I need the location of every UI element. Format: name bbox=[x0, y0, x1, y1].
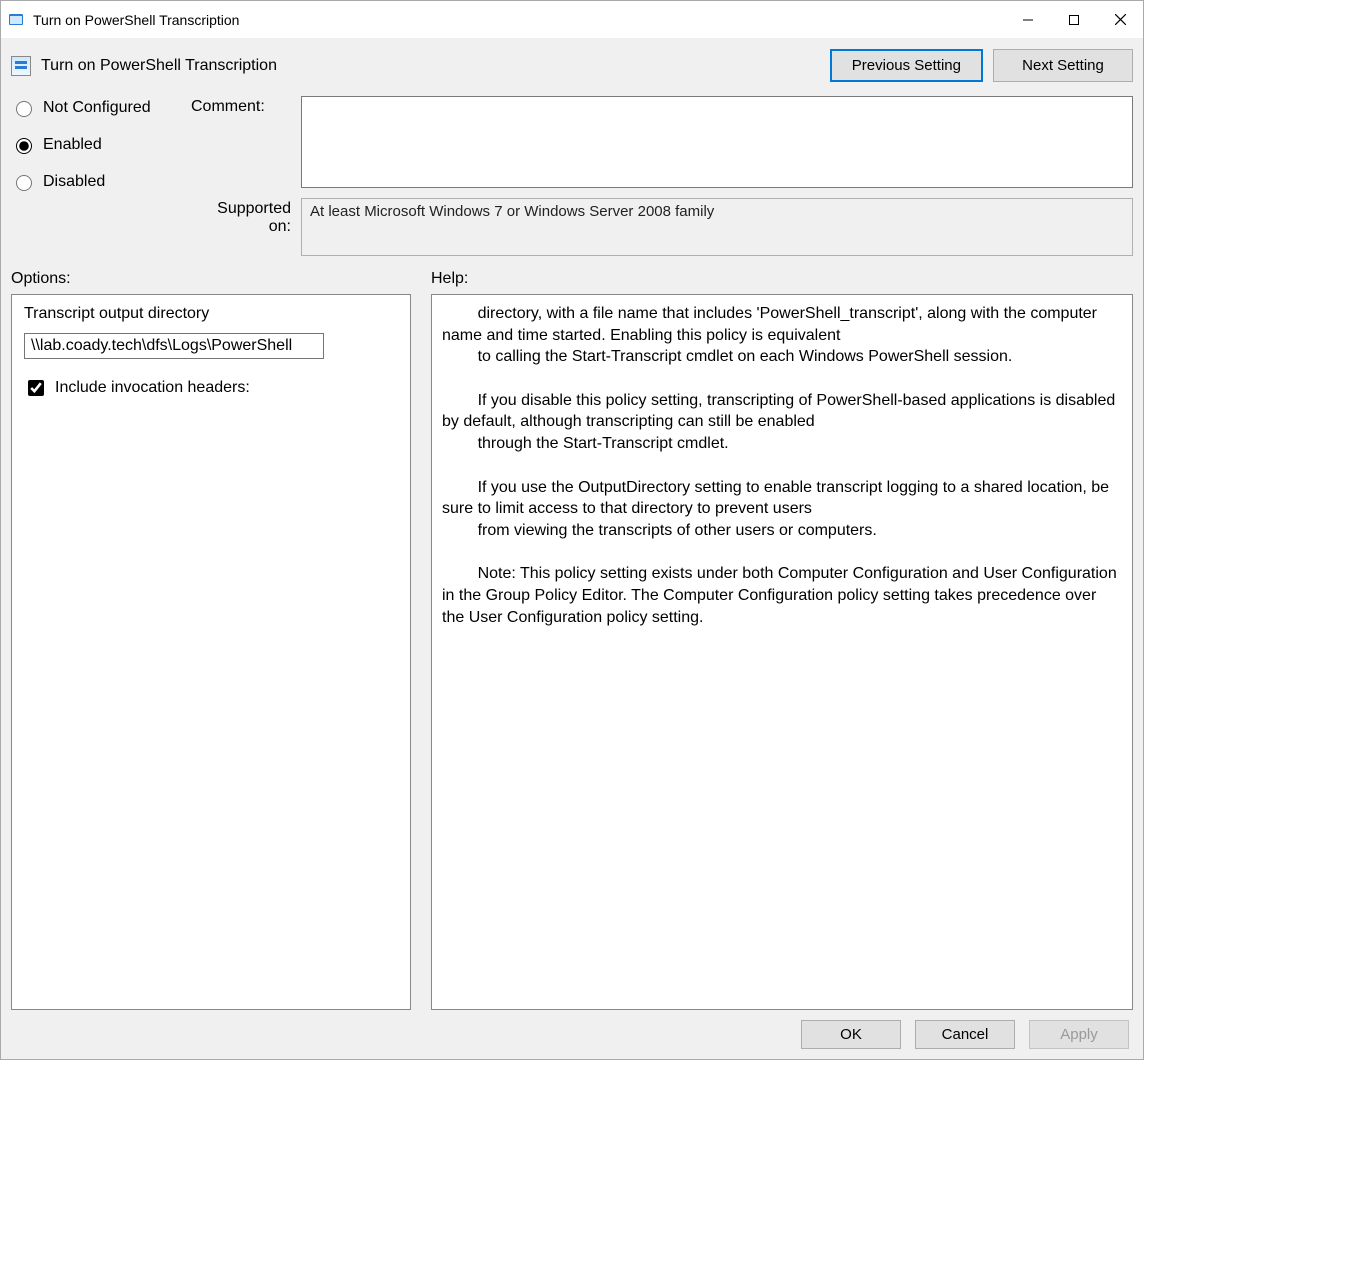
app-icon bbox=[7, 11, 25, 29]
radio-not-configured[interactable]: Not Configured bbox=[11, 98, 181, 117]
apply-button[interactable]: Apply bbox=[1029, 1020, 1129, 1049]
ok-button[interactable]: OK bbox=[801, 1020, 901, 1049]
output-directory-label: Transcript output directory bbox=[24, 305, 398, 323]
supported-on-value: At least Microsoft Windows 7 or Windows … bbox=[301, 198, 1133, 256]
radio-enabled[interactable]: Enabled bbox=[11, 135, 181, 154]
window-controls bbox=[1005, 4, 1143, 36]
supported-on-label: Supported on: bbox=[191, 198, 291, 256]
cancel-button[interactable]: Cancel bbox=[915, 1020, 1015, 1049]
include-headers-label: Include invocation headers: bbox=[55, 379, 250, 397]
policy-title: Turn on PowerShell Transcription bbox=[41, 57, 277, 75]
options-panel: Transcript output directory Include invo… bbox=[11, 294, 411, 1010]
maximize-button[interactable] bbox=[1051, 4, 1097, 36]
dialog-content: Turn on PowerShell Transcription Previou… bbox=[1, 39, 1143, 1059]
radio-disabled-label: Disabled bbox=[43, 173, 105, 191]
dialog-footer: OK Cancel Apply bbox=[11, 1010, 1133, 1051]
radio-enabled-label: Enabled bbox=[43, 136, 102, 154]
help-para-3: If you use the OutputDirectory setting t… bbox=[442, 477, 1122, 542]
options-section-label: Options: bbox=[11, 270, 431, 288]
comment-label: Comment: bbox=[191, 96, 291, 188]
radio-enabled-input[interactable] bbox=[16, 138, 32, 154]
radio-disabled[interactable]: Disabled bbox=[11, 172, 181, 191]
help-para-2: If you disable this policy setting, tran… bbox=[442, 390, 1122, 455]
help-panel[interactable]: directory, with a file name that include… bbox=[431, 294, 1133, 1010]
comment-textarea[interactable] bbox=[301, 96, 1133, 188]
radio-not-configured-label: Not Configured bbox=[43, 99, 151, 117]
close-button[interactable] bbox=[1097, 4, 1143, 36]
section-labels: Options: Help: bbox=[11, 270, 1133, 288]
include-headers-row[interactable]: Include invocation headers: bbox=[24, 377, 398, 399]
next-setting-button[interactable]: Next Setting bbox=[993, 49, 1133, 82]
dialog-window: Turn on PowerShell Transcription Turn on… bbox=[0, 0, 1144, 1060]
state-comment-grid: Not Configured Enabled Disabled Comment:… bbox=[11, 96, 1133, 256]
panels-row: Transcript output directory Include invo… bbox=[11, 294, 1133, 1010]
radio-not-configured-input[interactable] bbox=[16, 101, 32, 117]
output-directory-input[interactable] bbox=[24, 333, 324, 359]
help-para-4: Note: This policy setting exists under b… bbox=[442, 563, 1122, 628]
previous-setting-button[interactable]: Previous Setting bbox=[830, 49, 983, 82]
title-bar: Turn on PowerShell Transcription bbox=[1, 1, 1143, 39]
help-section-label: Help: bbox=[431, 270, 1133, 288]
radio-disabled-input[interactable] bbox=[16, 175, 32, 191]
header-row: Turn on PowerShell Transcription Previou… bbox=[11, 49, 1133, 82]
window-title: Turn on PowerShell Transcription bbox=[33, 12, 239, 28]
minimize-button[interactable] bbox=[1005, 4, 1051, 36]
policy-icon bbox=[11, 56, 31, 76]
include-headers-checkbox[interactable] bbox=[28, 380, 44, 396]
help-para-1: directory, with a file name that include… bbox=[442, 303, 1122, 368]
